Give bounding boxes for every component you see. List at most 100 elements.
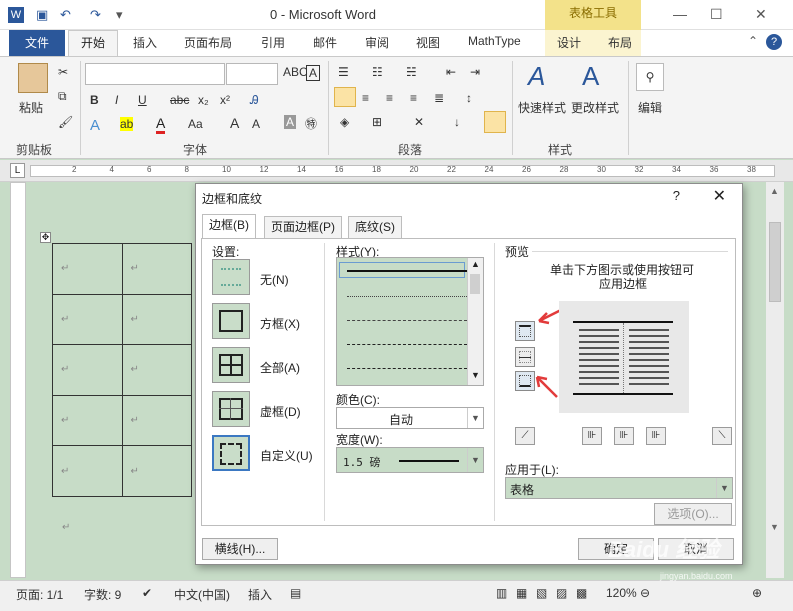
setting-none-icon[interactable] xyxy=(212,259,250,295)
tab-home[interactable]: 开始 xyxy=(68,30,118,56)
tab-borders[interactable]: 边框(B) xyxy=(202,214,256,239)
word-count[interactable]: 字数: 9 xyxy=(84,586,121,603)
zoom-out-icon[interactable]: ⊖ xyxy=(640,586,650,600)
chevron-down-icon[interactable]: ▼ xyxy=(467,448,483,472)
line-style-dotted[interactable] xyxy=(347,296,467,297)
tab-design[interactable]: 设计 xyxy=(557,34,581,51)
highlight-icon[interactable]: ab xyxy=(120,117,134,131)
clear-formatting-icon[interactable]: Ꭿ xyxy=(250,93,259,108)
inside-vertical-border-icon[interactable]: ⊪ xyxy=(614,427,634,445)
insert-mode-indicator[interactable]: 插入 xyxy=(248,586,272,603)
language-indicator[interactable]: 中文(中国) xyxy=(174,586,230,603)
character-shading-icon[interactable]: A xyxy=(284,115,297,129)
table-cell[interactable]: ↵ xyxy=(52,394,123,447)
style-scroll-up-icon[interactable]: ▲ xyxy=(471,259,480,269)
style-scroll-thumb[interactable] xyxy=(470,274,480,294)
copy-icon[interactable]: ⧉ xyxy=(58,89,67,104)
table-cell[interactable]: ↵ xyxy=(121,394,192,447)
style-list-scrollbar[interactable]: ▲ ▼ xyxy=(467,258,483,385)
strikethrough-icon[interactable]: abc xyxy=(170,93,189,107)
align-left-icon[interactable] xyxy=(334,87,356,107)
distributed-icon[interactable]: ≣ xyxy=(434,91,444,105)
show-marks-icon[interactable] xyxy=(484,111,506,133)
customize-quick-access-icon[interactable]: ▾ xyxy=(116,7,123,23)
italic-icon[interactable]: I xyxy=(115,93,118,107)
border-preview[interactable] xyxy=(559,301,689,413)
line-style-dash[interactable] xyxy=(347,344,467,345)
decrease-indent-icon[interactable]: ⇤ xyxy=(446,65,456,79)
subscript-icon[interactable]: x₂ xyxy=(198,93,209,107)
preview-table[interactable] xyxy=(573,321,673,395)
scroll-thumb[interactable] xyxy=(769,222,781,302)
macro-icon[interactable]: ▤ xyxy=(290,586,301,600)
setting-grid-icon[interactable] xyxy=(212,391,250,427)
print-layout-icon[interactable]: ▥ xyxy=(496,586,507,600)
apply-to-select[interactable]: 表格 ▼ xyxy=(505,477,733,499)
left-border-icon[interactable]: ⊪ xyxy=(582,427,602,445)
change-styles-button[interactable]: 更改样式 xyxy=(571,99,619,116)
draft-icon[interactable]: ▩ xyxy=(576,586,587,600)
width-select[interactable]: 1.5 磅 ▼ xyxy=(336,447,484,473)
quick-styles-icon[interactable]: A xyxy=(528,61,545,92)
numbering-icon[interactable]: ☷ xyxy=(372,65,383,79)
tab-page-border[interactable]: 页面边框(P) xyxy=(264,216,342,238)
align-right-icon[interactable]: ≡ xyxy=(386,91,393,105)
proofing-icon[interactable]: ✔ xyxy=(142,586,152,600)
table-cell[interactable]: ↵ xyxy=(52,344,123,396)
tab-page-layout[interactable]: 页面布局 xyxy=(184,34,232,51)
table-cell[interactable]: ↵ xyxy=(121,293,192,346)
quick-styles-button[interactable]: 快速样式 xyxy=(518,99,566,116)
options-button[interactable]: 选项(O)... xyxy=(654,503,732,525)
font-family-combo[interactable] xyxy=(85,63,225,85)
line-style-dash-dot[interactable] xyxy=(347,368,467,369)
editing-button[interactable]: 编辑 xyxy=(638,99,662,116)
paste-button[interactable]: 粘贴 xyxy=(19,99,43,116)
font-size-combo[interactable] xyxy=(226,63,278,85)
phonetic-guide-icon[interactable]: ABC xyxy=(283,65,308,79)
undo-icon[interactable]: ↶ xyxy=(60,7,71,23)
tab-view[interactable]: 视图 xyxy=(416,34,440,51)
multilevel-list-icon[interactable]: ☵ xyxy=(406,65,417,79)
tab-references[interactable]: 引用 xyxy=(261,34,285,51)
chevron-down-icon[interactable]: ▼ xyxy=(716,478,732,498)
diagonal-up-border-icon[interactable]: ⟋ xyxy=(515,427,535,445)
change-styles-icon[interactable]: A xyxy=(582,61,599,92)
dialog-close-icon[interactable]: ✕ xyxy=(713,186,726,206)
collapse-ribbon-icon[interactable]: ⌃ xyxy=(748,34,758,48)
save-icon[interactable]: ▣ xyxy=(36,7,48,23)
close-window-icon[interactable]: ✕ xyxy=(755,6,767,23)
increase-indent-icon[interactable]: ⇥ xyxy=(470,65,480,79)
paste-icon[interactable] xyxy=(18,63,48,93)
diagonal-down-border-icon[interactable]: ⟍ xyxy=(712,427,732,445)
bullets-icon[interactable]: ☰ xyxy=(338,65,349,79)
line-style-list[interactable]: ▲ ▼ xyxy=(336,257,484,386)
justify-icon[interactable]: ≡ xyxy=(410,91,417,105)
table-cell[interactable]: ↵ xyxy=(121,445,192,497)
vertical-scrollbar[interactable]: ▲ ▼ xyxy=(766,182,784,578)
binoculars-icon[interactable]: ⚲ xyxy=(636,63,664,91)
setting-box-label[interactable]: 方框(X) xyxy=(260,315,300,332)
maximize-icon[interactable]: ☐ xyxy=(710,6,723,23)
text-effects-icon[interactable]: A xyxy=(90,117,100,134)
table-cell[interactable]: ↵ xyxy=(52,243,123,295)
setting-all-label[interactable]: 全部(A) xyxy=(260,359,300,376)
character-border-icon[interactable]: A xyxy=(306,65,321,81)
bold-icon[interactable]: B xyxy=(90,93,99,107)
superscript-icon[interactable]: x² xyxy=(220,93,230,107)
shading-icon[interactable]: ◈ xyxy=(340,115,349,129)
cut-icon[interactable]: ✂ xyxy=(58,65,68,79)
style-scroll-down-icon[interactable]: ▼ xyxy=(471,370,480,380)
sort-icon[interactable]: ↓ xyxy=(454,115,460,129)
borders-icon[interactable]: ⊞ xyxy=(372,115,382,129)
chinese-layout-icon[interactable]: ✕ xyxy=(414,115,424,129)
shrink-font-icon[interactable]: A xyxy=(252,117,260,131)
font-color-icon[interactable]: A xyxy=(156,115,166,134)
tab-mathtype[interactable]: MathType xyxy=(468,34,521,48)
setting-all-icon[interactable] xyxy=(212,347,250,383)
line-style-small-dash[interactable] xyxy=(347,320,467,321)
table-cell[interactable]: ↵ xyxy=(121,243,192,295)
tab-layout[interactable]: 布局 xyxy=(608,34,632,51)
table-cell[interactable]: ↵ xyxy=(52,293,123,346)
table-move-handle-icon[interactable]: ✥ xyxy=(40,232,51,243)
web-layout-icon[interactable]: ▧ xyxy=(536,586,547,600)
